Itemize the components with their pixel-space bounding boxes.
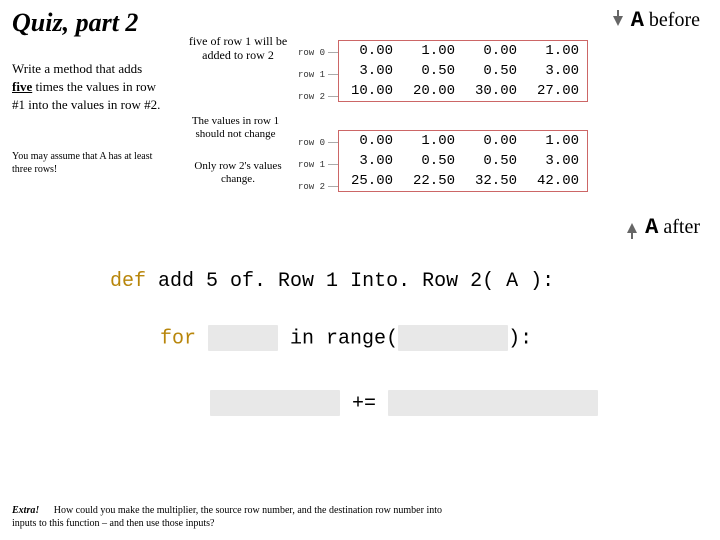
cell: 3.00 [339,151,401,171]
close-paren: ): [508,327,532,350]
cell: 3.00 [525,61,587,81]
note-row2-changes: Only row 2's values change. [188,160,288,186]
matrix-name: A [645,215,658,240]
blank-loop-var[interactable] [208,325,278,351]
extra-text: How could you make the multiplier, the s… [12,505,442,529]
page-title: Quiz, part 2 [12,8,138,38]
cell: 1.00 [525,41,587,61]
row-label: row 0 [298,48,325,58]
cell: 3.00 [525,151,587,171]
cell: 30.00 [463,81,525,101]
note-row1-unchanged: The values in row 1 should not change [178,115,293,141]
blank-rhs[interactable] [388,390,598,416]
instruction-text: Write a method that adds five times the … [12,60,162,115]
note-five-added: five of row 1 will be added to row 2 [188,34,288,63]
instr-pre: Write a method that adds [12,61,142,76]
in-range: in range( [290,327,398,350]
row-label: row 0 [298,138,325,148]
after-word: after [663,216,700,238]
cell: 22.50 [401,171,463,191]
cell: 0.00 [463,131,525,151]
arrow-up-icon [627,223,637,233]
a-before-label: A before [613,8,700,33]
before-word: before [649,9,700,31]
matrix-name: A [631,8,644,33]
arrow-down-icon [613,16,623,26]
connector [328,52,338,53]
cell: 27.00 [525,81,587,101]
cell: 0.50 [401,61,463,81]
a-after-label: A after [627,215,700,240]
code-def-line: def add 5 of. Row 1 Into. Row 2( A ): [110,270,554,293]
connector [328,186,338,187]
cell: 3.00 [339,61,401,81]
code-for-line: for in range(): [160,325,532,351]
cell: 0.50 [463,61,525,81]
keyword-def: def [110,270,146,293]
extra-label: Extra! [12,505,39,516]
connector [328,164,338,165]
cell: 0.00 [463,41,525,61]
cell: 0.50 [463,151,525,171]
keyword-for: for [160,327,196,350]
cell: 1.00 [401,131,463,151]
function-name: add 5 of. Row 1 Into. Row 2( A ): [158,270,554,293]
assumption-text: You may assume that A has at least three… [12,150,162,176]
row-label: row 1 [298,70,325,80]
pluseq-op: += [352,392,376,415]
extra-question: Extra! How could you make the multiplier… [12,504,462,530]
blank-range-arg[interactable] [398,325,508,351]
row-label: row 2 [298,92,325,102]
connector [328,96,338,97]
cell: 0.00 [339,41,401,61]
row-label: row 2 [298,182,325,192]
matrix-after: 0.00 1.00 0.00 1.00 3.00 0.50 0.50 3.00 … [338,130,588,192]
instr-five: five [12,79,32,94]
cell: 0.50 [401,151,463,171]
blank-lhs[interactable] [210,390,340,416]
cell: 10.00 [339,81,401,101]
cell: 0.00 [339,131,401,151]
cell: 1.00 [401,41,463,61]
cell: 42.00 [525,171,587,191]
cell: 25.00 [339,171,401,191]
cell: 32.50 [463,171,525,191]
cell: 20.00 [401,81,463,101]
row-label: row 1 [298,160,325,170]
connector [328,74,338,75]
instr-post: times the values in row #1 into the valu… [12,79,160,112]
connector [328,142,338,143]
matrix-before: 0.00 1.00 0.00 1.00 3.00 0.50 0.50 3.00 … [338,40,588,102]
code-pluseq-line: += [210,390,598,416]
cell: 1.00 [525,131,587,151]
